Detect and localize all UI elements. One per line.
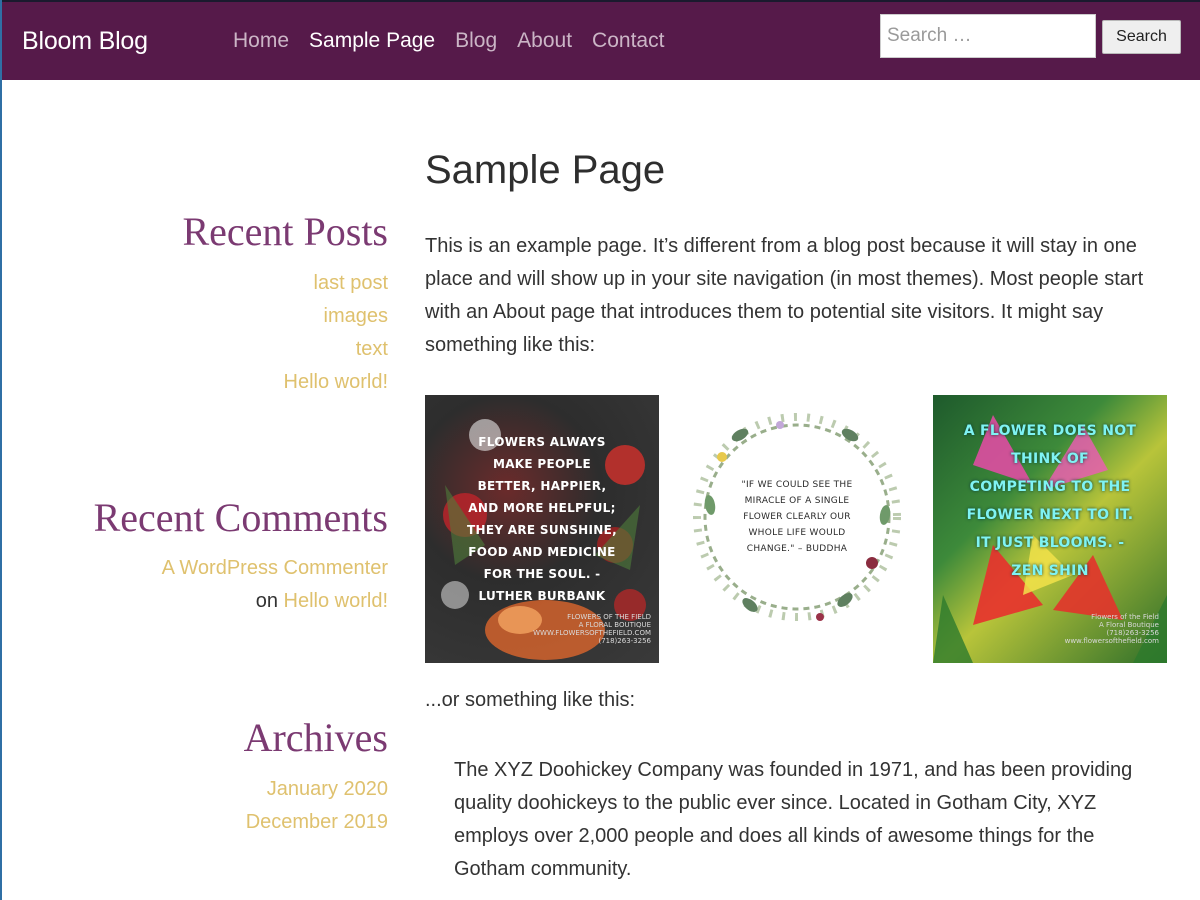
recent-comments-title: Recent Comments [93, 495, 388, 540]
recent-posts-title: Recent Posts [182, 209, 388, 254]
site-header: Bloom Blog Home Sample Page Blog About C… [2, 2, 1200, 80]
site-brand-link[interactable]: Bloom Blog [22, 27, 148, 56]
image-fine-print: FLOWERS OF THE FIELD A FLORAL BOUTIQUE W… [533, 613, 651, 645]
recent-post-link[interactable]: last post [314, 272, 388, 295]
comment-entry: on Hello world! [256, 590, 388, 613]
archive-link[interactable]: January 2020 [267, 778, 388, 801]
page-title: Sample Page [425, 148, 666, 192]
search-input[interactable] [880, 14, 1096, 58]
flower-quote-image: FLOWERS ALWAYS MAKE PEOPLE BETTER, HAPPI… [425, 395, 659, 663]
bromeliad-quote-image: A FLOWER DOES NOT THINK OF COMPETING TO … [933, 395, 1167, 663]
example-blockquote: The XYZ Doohickey Company was founded in… [454, 759, 1133, 880]
nav-about[interactable]: About [517, 29, 572, 53]
nav-contact[interactable]: Contact [592, 29, 664, 53]
window-left-edge [0, 0, 2, 900]
primary-nav: Home Sample Page Blog About Contact [233, 29, 664, 53]
intro-paragraph: This is an example page. It’s different … [425, 235, 1144, 356]
recent-post-link[interactable]: text [356, 338, 388, 361]
archives-title: Archives [243, 715, 388, 760]
nav-sample-page[interactable]: Sample Page [309, 29, 435, 53]
search-button[interactable]: Search [1102, 20, 1181, 54]
recent-post-link[interactable]: Hello world! [284, 371, 388, 394]
image-quote-text: FLOWERS ALWAYS MAKE PEOPLE BETTER, HAPPI… [467, 435, 617, 603]
nav-home[interactable]: Home [233, 29, 289, 53]
wreath-quote-image: "IF WE COULD SEE THE MIRACLE OF A SINGLE… [680, 395, 914, 663]
recent-post-link[interactable]: images [324, 305, 388, 328]
archive-link[interactable]: December 2019 [246, 811, 388, 834]
secondary-caption: ...or something like this: [425, 689, 636, 711]
nav-blog[interactable]: Blog [455, 29, 497, 53]
comment-post-link[interactable]: Hello world! [284, 590, 388, 612]
image-quote-text: A FLOWER DOES NOT THINK OF COMPETING TO … [963, 423, 1137, 579]
comment-on-text: on [255, 590, 278, 612]
comment-author-link[interactable]: A WordPress Commenter [162, 557, 388, 580]
image-quote-text: "IF WE COULD SEE THE MIRACLE OF A SINGLE… [741, 480, 853, 554]
image-fine-print: Flowers of the Field A Floral Boutique (… [1064, 613, 1159, 645]
